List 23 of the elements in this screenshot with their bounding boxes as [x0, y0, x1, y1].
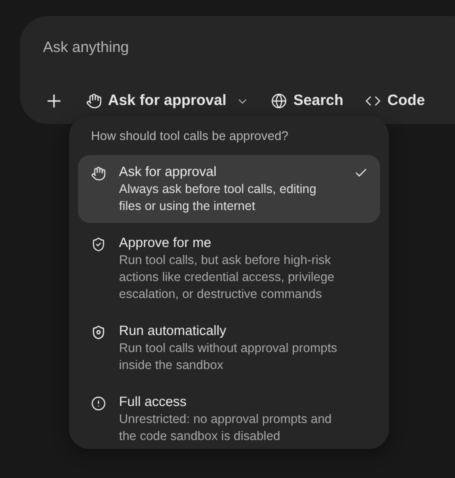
approval-option[interactable]: Full access Unrestricted: no approval prompts and the code sandbox is disabled — [78, 384, 380, 453]
hand-icon — [91, 166, 106, 181]
option-title: Approve for me — [119, 234, 212, 252]
shield-check-icon — [91, 236, 106, 252]
approval-option[interactable]: Ask for approval Always ask before tool calls, editing files or using the internet — [78, 154, 380, 223]
approval-option[interactable]: Run automatically Run tool calls without approval prompts inside the sandbox — [78, 314, 380, 382]
option-description: Unrestricted: no approval prompts and the code sandbox is disabled — [119, 410, 333, 445]
hand-icon — [86, 93, 102, 110]
shield-icon — [91, 324, 106, 340]
prompt-field[interactable]: Ask anything — [43, 37, 423, 60]
option-title: Run automatically — [119, 322, 228, 340]
option-description: Run tool calls, but ask before high-risk actions like credential access, privilege escalation, or destructive commands — [119, 252, 336, 303]
option-description: Run tool calls without approval prompts inside the sandbox — [119, 340, 338, 374]
approval-mode-dropdown[interactable]: Ask for approval — [86, 90, 250, 112]
menu-heading: How should tool calls be approved? — [90, 128, 290, 145]
globe-icon — [271, 93, 288, 110]
alert-icon — [91, 396, 106, 411]
option-title: Ask for approval — [119, 162, 218, 181]
code-button[interactable]: Code — [365, 90, 425, 112]
approval-option[interactable]: Approve for me Run tool calls, but ask before high-risk actions like credential access, privilege escalation, or destructive commands — [78, 226, 380, 311]
option-title: Full access — [119, 392, 188, 411]
search-button[interactable]: Search — [271, 90, 344, 112]
option-description: Always ask before tool calls, editing files or using the internet — [119, 180, 318, 215]
